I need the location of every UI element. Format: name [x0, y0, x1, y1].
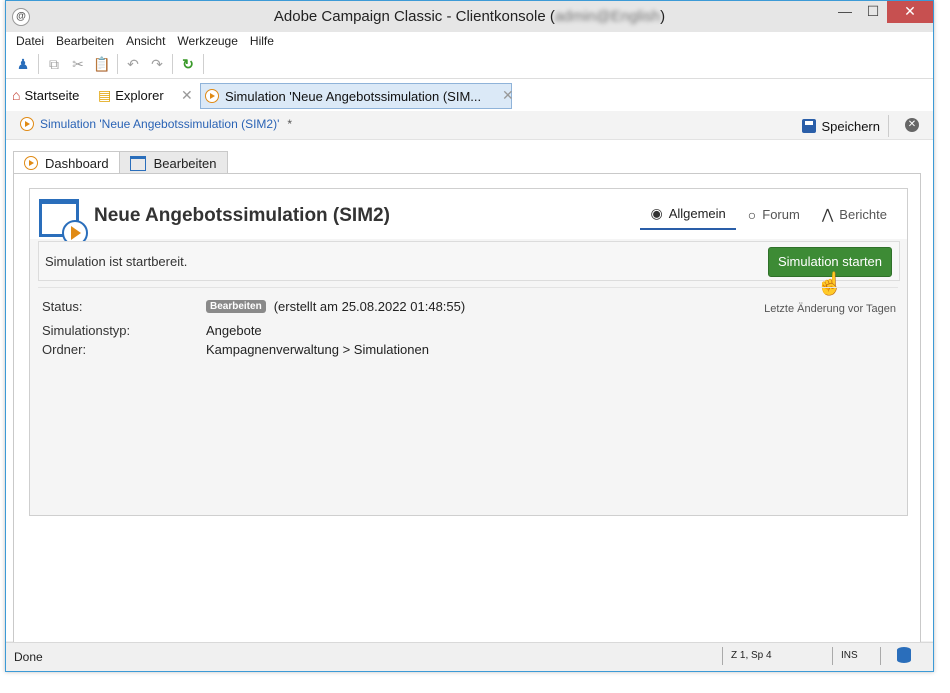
undo-icon[interactable]: ↶	[121, 53, 145, 75]
save-disk-icon	[802, 119, 817, 133]
status-value: Bearbeiten (erstellt am 25.08.2022 01:48…	[206, 299, 465, 314]
play-icon	[24, 156, 38, 170]
add-user-icon[interactable]: ♟	[11, 53, 35, 75]
edit-window-icon	[129, 155, 146, 171]
ready-text: Simulation ist startbereit.	[45, 254, 188, 269]
play-icon	[205, 89, 219, 103]
dashboard-gauge-icon: ◉	[650, 205, 663, 221]
status-separator	[880, 647, 882, 665]
database-icon[interactable]	[897, 647, 911, 663]
status-label: Status:	[42, 299, 83, 314]
tab-explorer-label: Explorer	[115, 87, 164, 103]
status-text: Done	[14, 650, 43, 664]
toolbar-separator	[172, 54, 173, 74]
status-created-text: (erstellt am 25.08.2022 01:48:55)	[273, 299, 466, 314]
refresh-icon[interactable]: ↻	[176, 53, 200, 75]
status-bar: Done Z 1, Sp 4 INS	[6, 642, 933, 671]
insert-mode: INS	[832, 647, 881, 665]
app-window: @ Adobe Campaign Classic - Clientkonsole…	[5, 0, 934, 672]
tab-startseite[interactable]: ⌂ Startseite	[12, 83, 79, 107]
document-area: Simulation 'Neue Angebotssimulation (SIM…	[6, 111, 933, 644]
document-subtabs: Dashboard Bearbeiten	[13, 151, 228, 175]
copy-icon[interactable]: ⧉	[42, 53, 66, 75]
save-button[interactable]: Speichern	[802, 115, 889, 137]
save-button-label: Speichern	[821, 118, 880, 134]
paste-icon[interactable]: 📋	[90, 53, 114, 75]
menu-hilfe[interactable]: Hilfe	[244, 32, 280, 50]
menu-bearbeiten[interactable]: Bearbeiten	[50, 32, 120, 50]
toolbar-separator	[38, 54, 39, 74]
chat-bubbles-icon: ○	[747, 206, 757, 223]
menu-ansicht[interactable]: Ansicht	[120, 32, 171, 50]
menu-bar: Datei Bearbeiten Ansicht Werkzeuge Hilfe	[6, 32, 933, 50]
window-title: Adobe Campaign Classic - Clientkonsole (…	[274, 8, 665, 25]
tab-berichte[interactable]: ⋀ Berichte	[812, 205, 897, 230]
status-badge: Bearbeiten	[206, 300, 266, 313]
toolbar-separator	[117, 54, 118, 74]
close-document-icon[interactable]: ✕	[905, 118, 919, 132]
window-title-user: admin@English	[554, 8, 661, 25]
home-icon: ⌂	[12, 87, 21, 103]
redo-icon[interactable]: ↷	[145, 53, 169, 75]
tab-startseite-label: Startseite	[24, 87, 80, 103]
divider	[38, 287, 898, 288]
dashboard-panel: Neue Angebotssimulation (SIM2) ◉ Allgeme…	[13, 173, 921, 644]
close-tab-icon[interactable]: ✕	[181, 87, 193, 104]
window-title-text: Adobe Campaign Classic - Clientkonsole (	[273, 8, 555, 25]
tab-bearbeiten[interactable]: Bearbeiten	[118, 151, 228, 175]
tab-simulation-label: Simulation 'Neue Angebotssimulation (SIM…	[225, 88, 482, 104]
tab-bearbeiten-label: Bearbeiten	[153, 155, 217, 171]
tab-dashboard[interactable]: Dashboard	[13, 151, 120, 175]
menu-datei[interactable]: Datei	[10, 32, 50, 50]
window-title-paren: )	[660, 8, 666, 25]
tab-berichte-label: Berichte	[839, 207, 887, 222]
toolbar-separator	[203, 54, 204, 74]
card-tabs: ◉ Allgemein ○ Forum ⋀ Berichte	[638, 205, 897, 230]
cursor-position: Z 1, Sp 4	[722, 647, 831, 665]
hand-cursor-icon: ☝	[816, 271, 844, 296]
cut-icon[interactable]: ✂	[66, 53, 90, 75]
simulation-type-value: Angebote	[206, 323, 262, 338]
play-icon	[20, 117, 34, 131]
app-logo-icon: @	[12, 8, 30, 26]
maximize-button[interactable]: ☐	[859, 1, 887, 23]
folder-value[interactable]: Kampagnenverwaltung > Simulationen	[206, 342, 429, 357]
document-title-text: Simulation 'Neue Angebotssimulation (SIM…	[40, 117, 280, 131]
tab-simulation[interactable]: Simulation 'Neue Angebotssimulation (SIM…	[200, 83, 512, 109]
modified-marker: *	[287, 117, 293, 131]
document-header: Simulation 'Neue Angebotssimulation (SIM…	[6, 111, 933, 140]
simulation-card: Neue Angebotssimulation (SIM2) ◉ Allgeme…	[29, 188, 908, 516]
last-change-text: Letzte Änderung vor Tagen	[764, 303, 896, 315]
simulation-icon	[39, 199, 88, 246]
close-window-button[interactable]: ✕	[887, 1, 933, 23]
card-header: Neue Angebotssimulation (SIM2) ◉ Allgeme…	[30, 189, 907, 246]
tab-strip: ⌂ Startseite ▤ Explorer ✕ Simulation 'Ne…	[6, 79, 933, 111]
title-bar: @ Adobe Campaign Classic - Clientkonsole…	[6, 1, 933, 32]
tab-forum[interactable]: ○ Forum	[738, 205, 810, 230]
folder-icon: ▤	[98, 86, 112, 103]
card-title: Neue Angebotssimulation (SIM2)	[94, 205, 390, 226]
line-chart-icon: ⋀	[821, 206, 834, 222]
ready-banner: Simulation ist startbereit. Simulation s…	[38, 241, 900, 281]
simulation-type-label: Simulationstyp:	[42, 323, 131, 338]
document-title: Simulation 'Neue Angebotssimulation (SIM…	[20, 117, 292, 131]
tab-forum-label: Forum	[762, 207, 800, 222]
toolbar: ♟ ⧉ ✂ 📋 ↶ ↷ ↻	[6, 50, 933, 79]
menu-werkzeuge[interactable]: Werkzeuge	[171, 32, 243, 50]
tab-allgemein[interactable]: ◉ Allgemein	[640, 205, 736, 230]
folder-label: Ordner:	[42, 342, 87, 357]
tab-explorer[interactable]: ▤ Explorer	[98, 83, 164, 107]
tab-dashboard-label: Dashboard	[45, 155, 109, 171]
minimize-button[interactable]: —	[831, 1, 859, 23]
window-controls: — ☐ ✕	[831, 1, 933, 23]
tab-allgemein-label: Allgemein	[668, 206, 726, 221]
close-tab-icon[interactable]: ✕	[502, 87, 514, 104]
